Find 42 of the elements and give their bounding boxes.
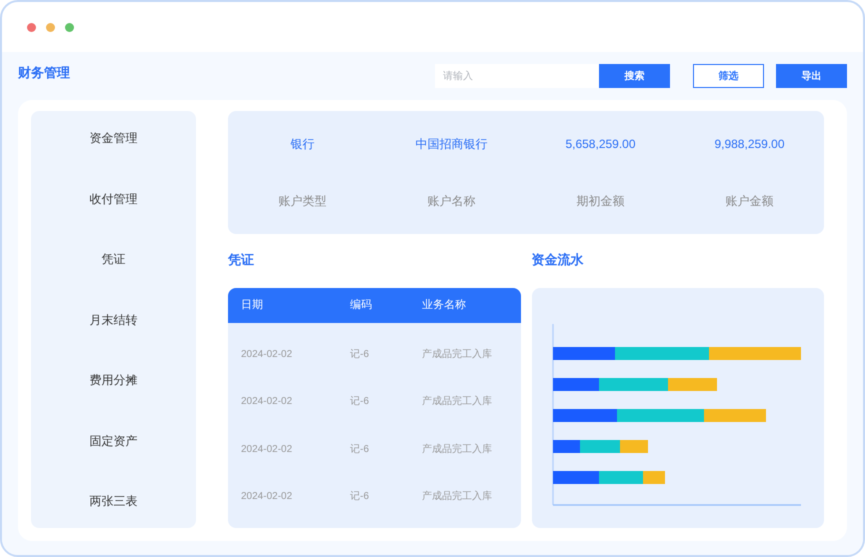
summary-label: 账户金额 <box>726 193 774 210</box>
table-cell-text: 2024-02-02 <box>241 395 294 410</box>
table-cell-text: 2024-02-02 <box>241 442 294 457</box>
bar-segment <box>552 409 616 422</box>
table-cell-text: 产成品完工入库 <box>422 442 493 457</box>
table-cell-text: 2024-02-02 <box>241 348 294 362</box>
section-title: 资金流水 <box>532 251 584 269</box>
summary-label: 账户类型 <box>278 193 326 210</box>
sidebar-item[interactable]: 固定资产 <box>90 428 138 454</box>
table-cell-text: 记-6 <box>350 442 370 457</box>
column-header: 业务名称 <box>422 298 467 314</box>
column-header: 日期 <box>241 298 264 314</box>
toolbar-button[interactable]: 筛选 <box>693 64 764 88</box>
sidebar-item[interactable]: 费用分摊 <box>90 367 138 393</box>
table-cell-text: 产成品完工入库 <box>422 394 493 410</box>
table-cell-text: 记-6 <box>350 490 370 504</box>
sidebar-item[interactable]: 凭证 <box>102 246 126 272</box>
table-cell-text: 2024-02-02 <box>241 490 294 504</box>
app-title: 财务管理 <box>18 64 70 82</box>
summary-label: 账户名称 <box>428 193 476 210</box>
table-cell-text: 产成品完工入库 <box>422 348 493 362</box>
sidebar-item[interactable]: 资金管理 <box>90 125 138 151</box>
sidebar-item[interactable]: 收付管理 <box>90 186 138 212</box>
summary-value: 中国招商银行 <box>416 136 488 153</box>
table-cell-text: 记-6 <box>350 395 370 410</box>
summary-value: 银行 <box>290 136 314 153</box>
column-header: 编码 <box>350 298 373 314</box>
sidebar-item[interactable]: 两张三表 <box>90 488 138 514</box>
toolbar-button[interactable]: 搜索 <box>599 64 670 88</box>
sidebar-item[interactable]: 月末结转 <box>90 306 138 332</box>
toolbar-button[interactable]: 导出 <box>776 64 847 88</box>
bar-segment <box>704 409 766 422</box>
table-cell-text: 记-6 <box>350 348 370 362</box>
section-title: 凭证 <box>228 251 255 269</box>
bar-segment <box>668 378 716 391</box>
summary-label: 期初金额 <box>576 193 624 210</box>
summary-value: 5,658,259.00 <box>565 136 636 153</box>
bar-segment <box>552 471 598 484</box>
summary-value: 9,988,259.00 <box>714 136 785 153</box>
bar-segment <box>620 440 648 453</box>
search-field[interactable]: 请输入 <box>435 64 599 88</box>
table-cell-text: 产成品完工入库 <box>422 490 493 504</box>
